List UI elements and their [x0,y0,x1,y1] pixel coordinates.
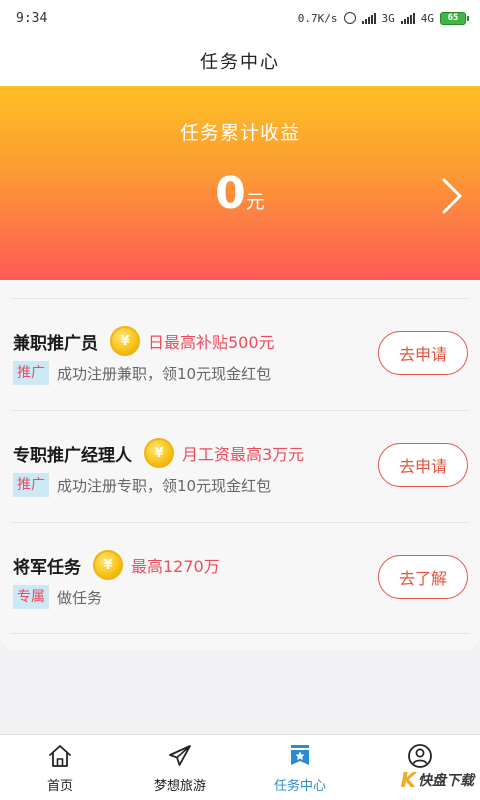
apply-button[interactable]: 去申请 [378,443,468,487]
task-card: 兼职推广员 ¥ 日最高补贴500元 推广 成功注册兼职，领10元现金红包 去申请… [0,280,480,650]
learn-more-button[interactable]: 去了解 [378,555,468,599]
task-description: 成功注册专职，领10元现金红包 [57,476,272,495]
status-indicators: 0.7K/s 3G 4G 65 [297,11,469,25]
network-speed: 0.7K/s [297,11,338,25]
task-item: 将军任务 ¥ 最高1270万 专属 做任务 去了解 [10,522,470,634]
earnings-unit: 元 [245,191,265,213]
task-description: 做任务 [57,588,103,607]
header: 任务中心 [0,36,480,86]
coin-icon: ¥ [93,550,123,580]
alarm-icon [343,12,356,24]
nav-item-task-center[interactable]: 任务中心 [240,735,360,800]
status-time: 9:34 [16,10,48,26]
task-tag: 推广 [13,473,49,497]
nav-item-home[interactable]: 首页 [0,735,120,800]
task-title: 将军任务 [13,557,81,578]
chevron-right-icon[interactable] [438,176,466,216]
earnings-label: 任务累计收益 [179,122,300,144]
task-list: 兼职推广员 ¥ 日最高补贴500元 推广 成功注册兼职，领10元现金红包 去申请… [10,298,470,634]
task-head: 兼职推广员 ¥ 日最高补贴500元 [13,326,275,356]
task-description: 成功注册兼职，领10元现金红包 [57,364,272,383]
network-type-2: 4G [420,11,434,25]
task-sub: 推广 成功注册专职，领10元现金红包 [13,473,271,497]
home-icon [49,745,71,767]
paper-plane-icon [169,745,191,766]
earnings-amount: 0 [215,168,246,219]
watermark-text: 快盘下载 [418,773,474,789]
apply-button[interactable]: 去申请 [378,331,468,375]
task-sub: 推广 成功注册兼职，领10元现金红包 [13,361,271,385]
network-type-1: 3G [381,11,395,25]
earnings-banner[interactable]: 任务累计收益 0元 [0,86,480,280]
star-badge-icon [291,745,309,765]
coin-icon: ¥ [144,438,174,468]
watermark-logo: K 快盘下载 [401,768,475,792]
user-icon [408,744,432,768]
task-title: 兼职推广员 [13,333,98,354]
task-head: 专职推广经理人 ¥ 月工资最高3万元 [13,438,304,468]
status-bar: 9:34 0.7K/s 3G 4G 65 [0,0,480,36]
task-tag: 专属 [13,585,49,609]
task-reward: 最高1270万 [131,557,220,576]
nav-label: 首页 [46,779,73,794]
task-title: 专职推广经理人 [13,445,132,466]
signal-icon [361,12,376,24]
nav-label: 任务中心 [273,779,326,794]
nav-item-travel[interactable]: 梦想旅游 [120,735,240,800]
page-title: 任务中心 [200,52,280,73]
task-item: 专职推广经理人 ¥ 月工资最高3万元 推广 成功注册专职，领10元现金红包 去申… [10,410,470,522]
task-item: 兼职推广员 ¥ 日最高补贴500元 推广 成功注册兼职，领10元现金红包 去申请 [10,298,470,410]
task-head: 将军任务 ¥ 最高1270万 [13,550,220,580]
coin-icon: ¥ [110,326,140,356]
earnings-value: 0元 [0,168,480,219]
battery-icon: 65 [440,11,469,25]
task-reward: 日最高补贴500元 [148,333,275,352]
task-tag: 推广 [13,361,49,385]
watermark-k: K [400,768,417,792]
task-sub: 专属 做任务 [13,585,102,609]
task-reward: 月工资最高3万元 [182,445,305,464]
signal-icon [400,12,415,24]
nav-label: 梦想旅游 [153,779,206,794]
